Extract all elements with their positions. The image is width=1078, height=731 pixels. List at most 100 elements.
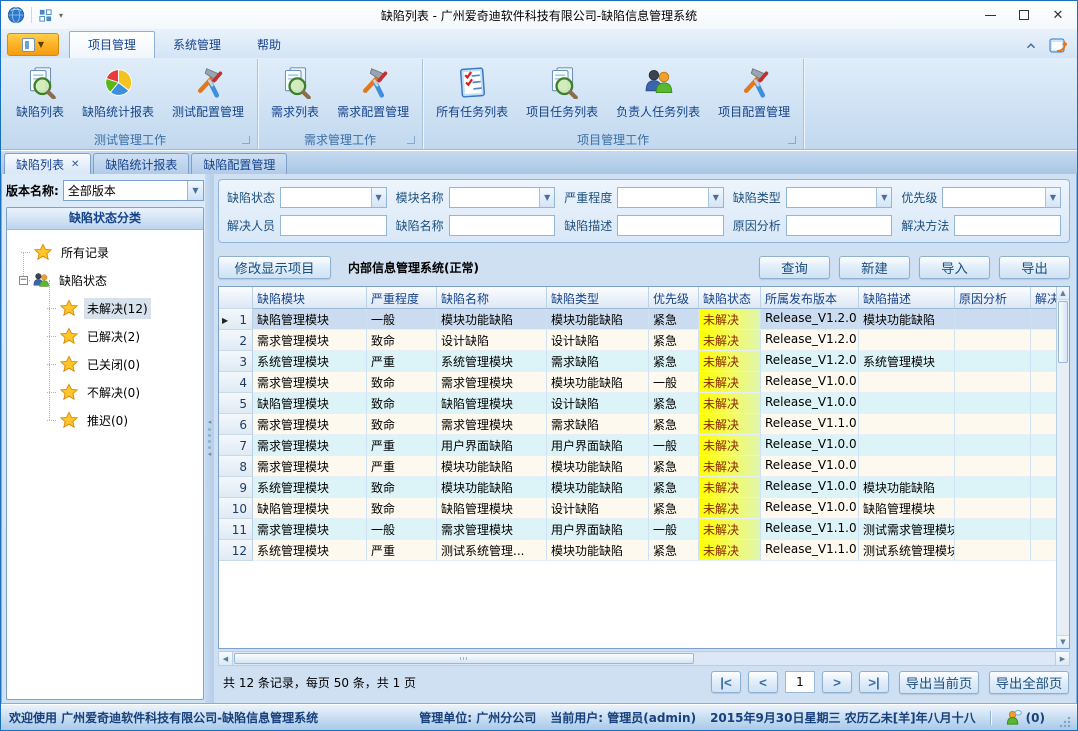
prev-page-button[interactable]: < <box>748 671 778 693</box>
cell-name[interactable]: 系统管理模块 <box>437 351 547 372</box>
column-header[interactable]: 解决方法 <box>1031 287 1056 309</box>
cell-analysis[interactable] <box>955 435 1031 456</box>
cell-description[interactable] <box>859 330 955 351</box>
scrollbar-thumb[interactable] <box>234 653 694 664</box>
toolbar-action-button[interactable]: 导出 <box>999 256 1070 279</box>
ribbon-button[interactable]: 负责人任务列表 <box>607 61 709 122</box>
cell-version[interactable]: Release_V1.1.0 <box>761 414 859 435</box>
cell-type[interactable]: 设计缺陷 <box>547 330 649 351</box>
ribbon-button[interactable]: 缺陷统计报表 <box>73 61 163 122</box>
cell-type[interactable]: 需求缺陷 <box>547 414 649 435</box>
maximize-button[interactable] <box>1007 3 1041 27</box>
table-row[interactable]: 6 需求管理模块 致命 需求管理模块 需求缺陷 紧急 未解决 Release_V… <box>219 414 1056 435</box>
dialog-launcher-icon[interactable] <box>242 136 250 144</box>
cell-status[interactable]: 未解决 <box>699 519 761 540</box>
cell-priority[interactable]: 紧急 <box>649 456 699 477</box>
cell-severity[interactable]: 严重 <box>367 435 437 456</box>
quick-access-grid-icon[interactable] <box>38 8 53 23</box>
ribbon-button[interactable]: 缺陷列表 <box>7 61 73 122</box>
cell-analysis[interactable] <box>955 372 1031 393</box>
cell-status[interactable]: 未解决 <box>699 372 761 393</box>
toolbar-action-button[interactable]: 新建 <box>839 256 910 279</box>
cell-version[interactable]: Release_V1.0.0 <box>761 456 859 477</box>
column-header[interactable]: 严重程度 <box>367 287 437 309</box>
modify-columns-button[interactable]: 修改显示项目 <box>218 256 331 279</box>
filter-input[interactable]: ▼ <box>449 215 556 236</box>
filter-input[interactable]: ▼ <box>954 215 1061 236</box>
document-tab[interactable]: 缺陷统计报表 <box>93 153 189 174</box>
dropdown-arrow-icon[interactable]: ▼ <box>1045 188 1060 207</box>
cell-description[interactable] <box>859 372 955 393</box>
cell-severity[interactable]: 致命 <box>367 330 437 351</box>
cell-severity[interactable]: 致命 <box>367 477 437 498</box>
cell-version[interactable]: Release_V1.2.0 <box>761 309 859 330</box>
cell-name[interactable]: 设计缺陷 <box>437 330 547 351</box>
cell-analysis[interactable] <box>955 330 1031 351</box>
cell-module[interactable]: 缺陷管理模块 <box>253 309 367 330</box>
row-header-cell[interactable]: 6 <box>219 414 253 435</box>
scroll-right-icon[interactable]: ▶ <box>1055 651 1070 666</box>
tree-item[interactable]: − 已解决(2) <box>9 322 201 350</box>
minimize-button[interactable] <box>973 3 1007 27</box>
row-header-cell[interactable]: 4 <box>219 372 253 393</box>
column-header[interactable]: 优先级 <box>649 287 699 309</box>
cell-version[interactable]: Release_V1.2.0 <box>761 330 859 351</box>
row-header-cell[interactable]: 3 <box>219 351 253 372</box>
cell-module[interactable]: 需求管理模块 <box>253 435 367 456</box>
cell-priority[interactable]: 一般 <box>649 519 699 540</box>
filter-select[interactable]: ▼ <box>449 187 556 208</box>
tree-item[interactable]: − 缺陷状态 <box>9 266 201 294</box>
ribbon-button[interactable]: 项目配置管理 <box>709 61 799 122</box>
cell-type[interactable]: 模块功能缺陷 <box>547 540 649 561</box>
column-header[interactable]: 缺陷状态 <box>699 287 761 309</box>
vertical-scrollbar[interactable]: ▲ ▼ <box>1056 287 1069 648</box>
cell-priority[interactable]: 一般 <box>649 435 699 456</box>
ribbon-button[interactable]: 测试配置管理 <box>163 61 253 122</box>
cell-priority[interactable]: 一般 <box>649 372 699 393</box>
export-all-pages-button[interactable]: 导出全部页 <box>989 671 1069 694</box>
cell-priority[interactable]: 紧急 <box>649 540 699 561</box>
cell-solution[interactable] <box>1031 351 1056 372</box>
cell-analysis[interactable] <box>955 540 1031 561</box>
cell-status[interactable]: 未解决 <box>699 309 761 330</box>
toolbar-action-button[interactable]: 导入 <box>919 256 990 279</box>
tree-item[interactable]: − 已关闭(0) <box>9 350 201 378</box>
table-row[interactable]: 4 需求管理模块 致命 需求管理模块 模块功能缺陷 一般 未解决 Release… <box>219 372 1056 393</box>
cell-status[interactable]: 未解决 <box>699 477 761 498</box>
cell-version[interactable]: Release_V1.0.0 <box>761 435 859 456</box>
cell-severity[interactable]: 致命 <box>367 414 437 435</box>
cell-description[interactable]: 缺陷管理模块 <box>859 498 955 519</box>
cell-analysis[interactable] <box>955 351 1031 372</box>
table-row[interactable]: 5 缺陷管理模块 致命 缺陷管理模块 设计缺陷 紧急 未解决 Release_V… <box>219 393 1056 414</box>
cell-description[interactable] <box>859 393 955 414</box>
person-status-icon[interactable] <box>1005 709 1022 726</box>
application-menu-button[interactable]: ▼ <box>7 33 59 56</box>
cell-priority[interactable]: 紧急 <box>649 351 699 372</box>
cell-type[interactable]: 模块功能缺陷 <box>547 477 649 498</box>
cell-module[interactable]: 缺陷管理模块 <box>253 498 367 519</box>
row-header-cell[interactable]: 10 <box>219 498 253 519</box>
toolbar-action-button[interactable]: 查询 <box>759 256 830 279</box>
collapse-expander-icon[interactable]: − <box>19 276 28 285</box>
dialog-launcher-icon[interactable] <box>407 136 415 144</box>
column-header[interactable]: 所属发布版本 <box>761 287 859 309</box>
cell-type[interactable]: 设计缺陷 <box>547 393 649 414</box>
cell-severity[interactable]: 致命 <box>367 372 437 393</box>
cell-module[interactable]: 需求管理模块 <box>253 519 367 540</box>
filter-input[interactable]: ▼ <box>617 215 724 236</box>
cell-name[interactable]: 模块功能缺陷 <box>437 477 547 498</box>
cell-status[interactable]: 未解决 <box>699 330 761 351</box>
cell-analysis[interactable] <box>955 393 1031 414</box>
cell-module[interactable]: 需求管理模块 <box>253 414 367 435</box>
cell-module[interactable]: 系统管理模块 <box>253 540 367 561</box>
scroll-up-icon[interactable]: ▲ <box>1057 287 1069 300</box>
table-row[interactable]: 2 需求管理模块 致命 设计缺陷 设计缺陷 紧急 未解决 Release_V1.… <box>219 330 1056 351</box>
cell-analysis[interactable] <box>955 477 1031 498</box>
panel-splitter[interactable]: ◂ ◂ <box>205 174 214 703</box>
filter-select[interactable]: ▼ <box>280 187 387 208</box>
last-page-button[interactable]: >| <box>859 671 889 693</box>
cell-analysis[interactable] <box>955 498 1031 519</box>
cell-status[interactable]: 未解决 <box>699 414 761 435</box>
close-tab-icon[interactable]: ✕ <box>71 159 79 170</box>
row-header-cell[interactable]: 2 <box>219 330 253 351</box>
